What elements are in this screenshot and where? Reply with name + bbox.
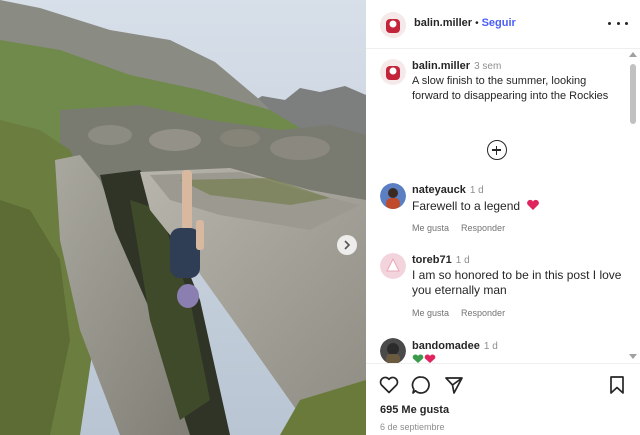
plus-circle-icon[interactable] [487, 140, 507, 160]
comment-text: I am so honored to be in this post I lov… [412, 268, 622, 297]
caption-time[interactable]: 3 sem [474, 61, 501, 72]
comment-header: bandomadee 1 d [412, 340, 498, 352]
caption-username[interactable]: balin.miller [412, 60, 470, 72]
comment-avatar[interactable] [380, 338, 406, 363]
avatar-image [380, 12, 406, 38]
header-author-line: balin.miller • Seguir [414, 17, 516, 29]
speech-bubble-icon [411, 376, 430, 394]
scroll-thumb[interactable] [630, 64, 636, 124]
more-options-button[interactable] [608, 15, 628, 31]
avatar[interactable] [380, 12, 406, 38]
comment-time[interactable]: 1 d [456, 255, 470, 266]
next-image-button[interactable] [337, 235, 357, 255]
comment-button[interactable] [411, 375, 431, 395]
post-detail-panel: balin.miller • Seguir balin.miller 3 sem A … [366, 0, 640, 435]
separator-dot: • [475, 18, 479, 29]
comment-header: nateyauck 1 d [412, 184, 484, 196]
ellipsis-icon [608, 21, 611, 25]
author-username[interactable]: balin.miller [414, 17, 472, 29]
comment-actions: Me gusta Responder [412, 223, 517, 233]
post-header: balin.miller • Seguir [366, 0, 640, 49]
reply-button[interactable]: Responder [461, 308, 505, 318]
comment-text [412, 354, 612, 363]
comment-text: Farewell to a legend [412, 199, 612, 214]
post-image [0, 0, 366, 435]
comment-actions: Me gusta Responder [412, 308, 517, 318]
like-button[interactable] [379, 375, 399, 395]
heart-emoji-icon [527, 199, 540, 210]
comments-list: balin.miller 3 sem A slow finish to the s… [366, 50, 628, 363]
bookmark-icon [610, 376, 624, 394]
scroll-down-icon[interactable] [629, 354, 637, 359]
avatar-image [380, 59, 406, 85]
comment-username[interactable]: nateyauck [412, 184, 466, 196]
comment-username[interactable]: toreb71 [412, 254, 452, 266]
comment-username[interactable]: bandomadee [412, 340, 480, 352]
paper-plane-icon [445, 377, 463, 394]
post-date[interactable]: 6 de septiembre [380, 422, 445, 432]
comment-header: toreb71 1 d [412, 254, 470, 266]
caption-header: balin.miller 3 sem [412, 60, 501, 72]
post-actions-footer: 695 Me gusta 6 de septiembre [366, 363, 640, 435]
heart-outline-icon [379, 376, 399, 394]
comment-avatar[interactable] [380, 253, 406, 279]
caption-text: A slow finish to the summer, looking for… [412, 75, 609, 102]
like-comment-button[interactable]: Me gusta [412, 308, 449, 318]
hearts-emoji-icon [412, 354, 436, 363]
comment-time[interactable]: 1 d [484, 341, 498, 352]
scroll-up-icon[interactable] [629, 52, 637, 57]
like-comment-button[interactable]: Me gusta [412, 223, 449, 233]
post-photo[interactable] [0, 0, 366, 435]
comment-avatar[interactable] [380, 183, 406, 209]
chevron-right-icon [344, 240, 351, 250]
reply-button[interactable]: Responder [461, 223, 505, 233]
caption-avatar[interactable] [380, 59, 406, 85]
comment-time[interactable]: 1 d [470, 185, 484, 196]
avatar-image [380, 338, 406, 363]
avatar-image [380, 183, 406, 209]
follow-button[interactable]: Seguir [482, 17, 516, 29]
avatar-image [380, 253, 406, 279]
save-button[interactable] [607, 375, 627, 395]
likes-count[interactable]: 695 Me gusta [380, 404, 449, 416]
comments-scrollbar[interactable] [628, 52, 638, 362]
share-button[interactable] [444, 375, 464, 395]
